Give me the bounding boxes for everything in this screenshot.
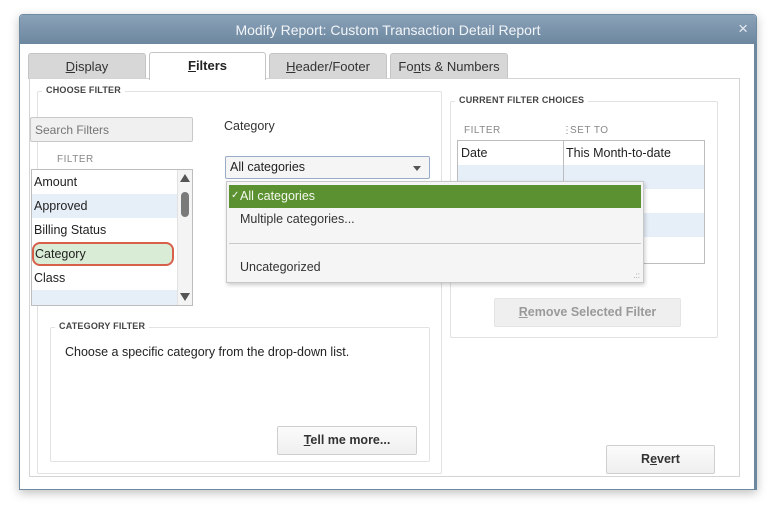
button-mnemonic: e [650,452,658,466]
tab-label-post: ilters [195,58,228,73]
tab-label-mnemonic: n [413,59,421,74]
dropdown-option-uncategorized[interactable]: Uncategorized [229,256,641,279]
tell-me-more-button[interactable]: Tell me more... [277,426,417,455]
tab-display[interactable]: Display [28,53,146,79]
filter-list-scrollbar[interactable] [177,170,192,305]
filter-list-item[interactable]: Amount [32,170,178,194]
filter-list: Amount Approved Billing Status Category … [31,169,193,306]
dialog-title: Modify Report: Custom Transaction Detail… [235,22,541,38]
checkmark-icon: ✓ [231,190,240,201]
button-label: ell me more... [310,433,391,447]
category-label: Category [224,119,275,133]
filter-list-item[interactable]: Approved [32,194,178,218]
filter-column-header: FILTER [57,154,94,165]
set-to-column-header: SET TO [570,125,609,136]
tab-label-pre: Fo [398,59,414,74]
option-label: All categories [240,189,316,203]
tab-label-post: isplay [75,59,109,74]
option-label: Multiple categories... [240,212,355,226]
dropdown-option-all-categories[interactable]: ✓ All categories [229,185,641,208]
set-to-cell: This Month-to-date [566,146,671,160]
dropdown-option-multiple-categories[interactable]: Multiple categories... [229,208,641,231]
resize-grip-icon[interactable]: .:: [633,271,640,280]
category-dropdown[interactable]: All categories [225,156,430,179]
category-filter-description: Choose a specific category from the drop… [65,345,350,359]
filter-list-item-selected[interactable]: Category [32,242,174,266]
current-filter-choices-label: CURRENT FILTER CHOICES [455,95,589,105]
button-label-pre: R [641,452,651,466]
chevron-down-icon [413,166,421,171]
filter-list-item[interactable]: Billing Status [32,218,178,242]
filter-list-item[interactable]: Class [32,266,178,290]
dropdown-separator [229,243,641,244]
scroll-thumb[interactable] [181,192,189,217]
category-filter-label: CATEGORY FILTER [55,321,150,331]
option-label: Uncategorized [240,260,321,274]
scroll-down-arrow-icon[interactable] [180,293,190,301]
tab-label-post: eader/Footer [295,59,370,74]
filter-cell: Date [458,141,564,165]
scroll-up-arrow-icon[interactable] [180,174,190,182]
remove-selected-filter-button[interactable]: Remove Selected Filter [494,298,681,327]
tab-label-post: ts & Numbers [420,59,500,74]
button-mnemonic: R [518,305,528,319]
title-bar: Modify Report: Custom Transaction Detail… [20,15,756,44]
tab-header-footer[interactable]: Header/Footer [269,53,387,79]
close-icon[interactable]: × [738,19,748,39]
tab-label-mnemonic: D [65,59,76,74]
category-dropdown-value: All categories [230,160,306,174]
tab-filters[interactable]: Filters [149,52,266,80]
tab-label-mnemonic: F [187,58,196,73]
filter-list-item[interactable] [32,290,178,305]
choose-filter-label: CHOOSE FILTER [42,85,125,95]
tab-fonts-numbers[interactable]: Fonts & Numbers [390,53,508,79]
search-filters-input[interactable] [30,117,193,142]
current-filter-column-header: FILTER [464,125,501,136]
button-label: emove Selected Filter [527,305,657,319]
revert-button[interactable]: Revert [606,445,715,474]
category-dropdown-menu: ✓ All categories Multiple categories... … [226,181,644,283]
window-edge [754,44,757,490]
button-label-post: vert [657,452,680,466]
table-row[interactable]: Date This Month-to-date [458,141,704,165]
